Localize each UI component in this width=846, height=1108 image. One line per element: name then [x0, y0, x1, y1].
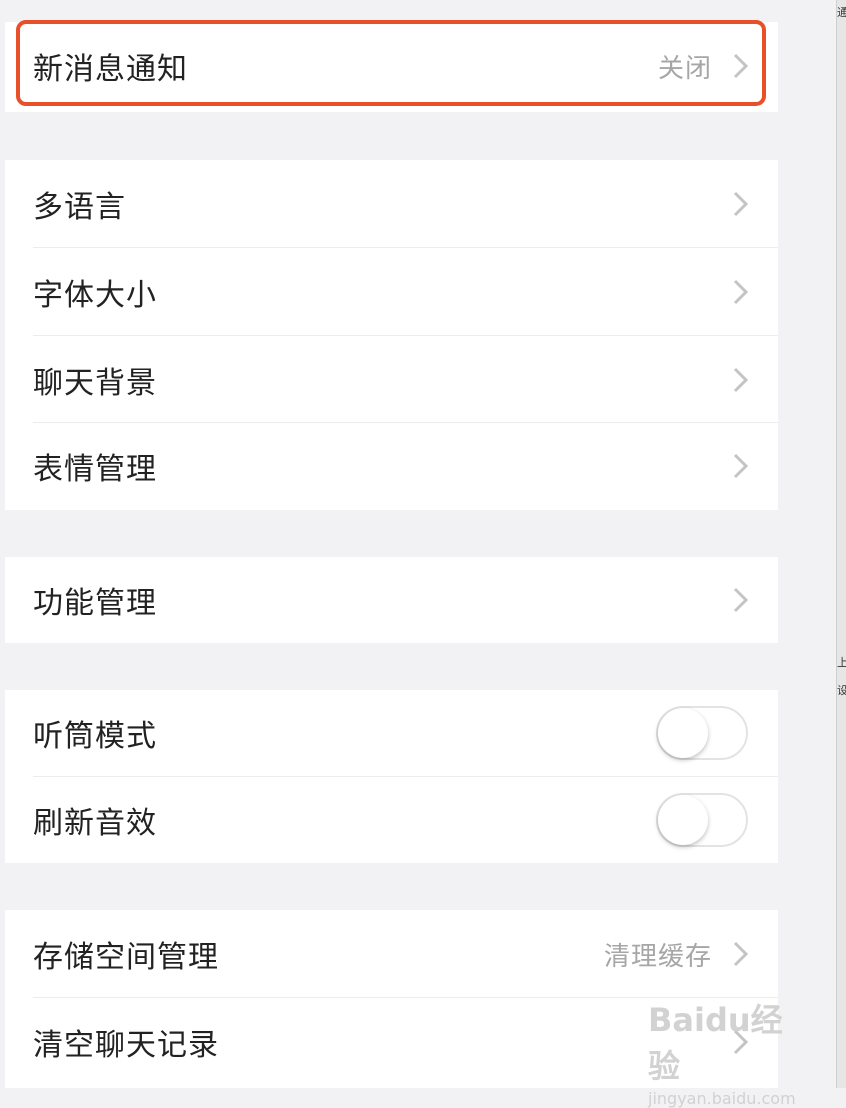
earpiece-mode-row: 听筒模式 — [5, 690, 778, 776]
toggle-knob — [658, 795, 708, 845]
edge-text: 设 — [837, 684, 846, 697]
chevron-right-icon — [733, 587, 749, 613]
chevron-right-icon — [733, 191, 749, 217]
row-label: 刷新音效 — [33, 806, 157, 841]
row-label: 表情管理 — [33, 452, 157, 487]
font-size-row[interactable]: 字体大小 — [5, 248, 778, 336]
chevron-right-icon — [733, 367, 749, 393]
chat-background-row[interactable]: 聊天背景 — [5, 336, 778, 424]
chevron-right-icon — [733, 941, 749, 967]
edge-text: 通 — [837, 6, 846, 19]
watermark-site: jingyan.baidu.com — [648, 1089, 796, 1108]
sticker-management-row[interactable]: 表情管理 — [5, 422, 778, 510]
toggle-knob — [658, 708, 708, 758]
highlight-annotation-box — [16, 20, 766, 106]
row-label: 清空聊天记录 — [33, 1028, 219, 1063]
edge-text: 上 — [837, 656, 846, 669]
row-label: 字体大小 — [33, 278, 157, 313]
row-label: 功能管理 — [33, 586, 157, 621]
watermark-logo: Baidu经验 — [648, 1001, 783, 1085]
feature-management-row[interactable]: 功能管理 — [5, 557, 778, 643]
row-label: 听筒模式 — [33, 719, 157, 754]
earpiece-mode-toggle[interactable] — [656, 706, 748, 760]
refresh-sound-row: 刷新音效 — [5, 777, 778, 863]
row-label: 多语言 — [33, 190, 126, 225]
row-label: 存储空间管理 — [33, 940, 219, 975]
refresh-sound-toggle[interactable] — [656, 793, 748, 847]
settings-group-audio: 听筒模式 刷新音效 — [5, 690, 778, 863]
settings-group-features: 功能管理 — [5, 557, 778, 643]
chevron-right-icon — [733, 453, 749, 479]
storage-management-row[interactable]: 存储空间管理 清理缓存 — [5, 910, 778, 998]
chevron-right-icon — [733, 279, 749, 305]
adjacent-window-edge: 通 上 设 — [836, 0, 846, 1088]
row-value: 清理缓存 — [603, 941, 712, 972]
language-row[interactable]: 多语言 — [5, 160, 778, 248]
baidu-watermark: Baidu经验 jingyan.baidu.com — [648, 995, 808, 1108]
row-label: 聊天背景 — [33, 366, 157, 401]
settings-group-display: 多语言 字体大小 聊天背景 表情管理 — [5, 160, 778, 510]
settings-panel: 新消息通知 关闭 多语言 字体大小 聊天背景 表情管理 功能管理 听筒模式 刷新… — [0, 0, 780, 1088]
